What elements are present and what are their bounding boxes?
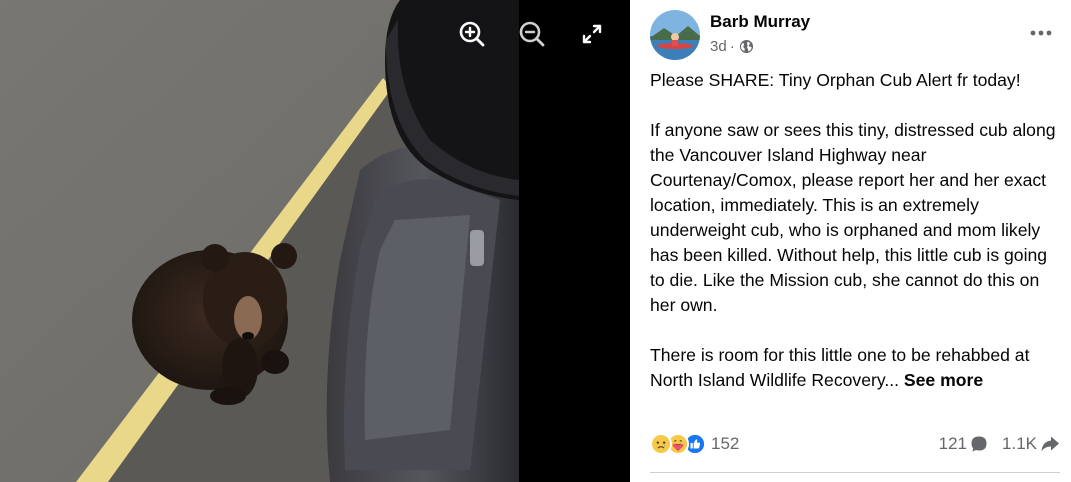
- zoom-out-icon: [519, 21, 545, 47]
- profile-photo: [650, 10, 700, 60]
- photo-viewer: [0, 0, 630, 482]
- engagement-divider: [650, 472, 1060, 473]
- post-body: Please SHARE: Tiny Orphan Cub Alert fr t…: [650, 68, 1060, 393]
- reaction-count: 152: [711, 434, 740, 453]
- share-icon: [1041, 436, 1059, 451]
- more-options-button[interactable]: [1026, 18, 1056, 48]
- comment-count: 121: [938, 434, 968, 453]
- fullscreen-button[interactable]: [572, 14, 612, 54]
- meta-separator: ·: [729, 38, 735, 55]
- zoom-in-icon: [459, 21, 485, 47]
- post-meta: 3d ·: [710, 38, 754, 55]
- post-paragraph-2: If anyone saw or sees this tiny, distres…: [650, 120, 1056, 315]
- author-name[interactable]: Barb Murray: [710, 12, 810, 32]
- engagement-bar: 152 121 1.1K: [650, 432, 1060, 462]
- post-header: Barb Murray 3d ·: [650, 10, 1060, 62]
- fullscreen-icon: [582, 24, 602, 44]
- shares-count-link[interactable]: 1.1K: [1002, 434, 1060, 454]
- more-options-icon: [1030, 30, 1052, 36]
- post-panel: Barb Murray 3d · Please SHARE: Tiny Orph…: [630, 0, 1071, 482]
- post-stats: 121 1.1K: [939, 434, 1060, 454]
- zoom-out-button[interactable]: [512, 14, 552, 54]
- post-paragraph-3: There is room for this little one to be …: [650, 343, 1060, 393]
- comment-icon: [971, 436, 987, 452]
- sad-icon: [650, 433, 672, 455]
- avatar[interactable]: [650, 10, 700, 60]
- share-count: 1.1K: [1002, 434, 1037, 453]
- zoom-in-button[interactable]: [452, 14, 492, 54]
- post-photo[interactable]: [0, 0, 519, 482]
- post-paragraph-1: Please SHARE: Tiny Orphan Cub Alert fr t…: [650, 70, 1021, 90]
- bear-cub-photo: [0, 0, 519, 482]
- reactions-summary[interactable]: 152: [650, 433, 739, 455]
- globe-icon: [739, 39, 753, 54]
- see-more-link[interactable]: See more: [904, 370, 983, 390]
- comments-count-link[interactable]: 121: [939, 434, 988, 454]
- viewer-toolbar: [0, 14, 630, 54]
- post-timestamp[interactable]: 3d: [710, 38, 727, 55]
